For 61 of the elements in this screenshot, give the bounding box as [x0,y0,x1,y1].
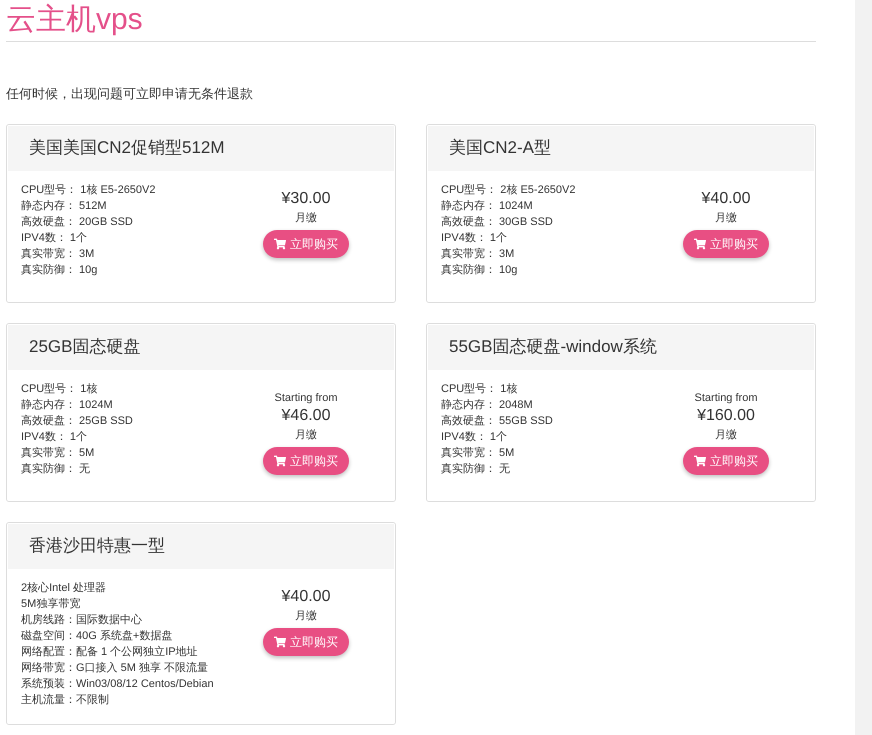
cart-icon [274,636,286,648]
spec-line: 真实防御： 10g [441,262,518,278]
spec-line: 静态内存： 2048M [441,398,534,412]
spec-line: 真实防御： 无 [21,462,92,476]
spec-line: 5M独享带宽 [21,596,82,612]
spec-line: CPU型号： 1核 [441,382,518,396]
spec-line: 主机流量：不限制 [21,692,110,708]
billing-period: 月缴 [715,210,737,226]
price: ¥46.00 [282,406,330,426]
cart-icon [274,454,286,466]
spec-line: CPU型号： 2核 E5-2650V2 [441,182,576,198]
spec-line: 2核心Intel 处理器 [21,580,107,596]
spec-line: CPU型号： 1核 E5-2650V2 [21,182,156,198]
spec-line: 静态内存： 1024M [441,198,534,214]
product-name: 香港沙田特惠一型 [29,535,165,558]
notice-text: 任何时候，出现问题可立即申请无条件退款 [6,85,254,103]
spec-line: 真实带宽： 3M [21,246,96,262]
spec-line: 高效硬盘： 55GB SSD [441,414,554,428]
spec-line: IPV4数： 1个 [441,430,508,444]
buy-button[interactable]: 立即购买 [683,446,769,474]
price-prefix: Starting from [274,390,338,404]
spec-line: 机房线路：国际数据中心 [21,612,143,628]
cart-icon [694,454,706,466]
price: ¥160.00 [697,406,755,426]
buy-button[interactable]: 立即购买 [263,628,349,656]
spec-line: 静态内存： 1024M [21,398,114,412]
product-name: 美国CN2-A型 [449,137,552,160]
page-title: 云主机vps [6,2,143,38]
spec-line: IPV4数： 1个 [21,230,88,246]
price-prefix: Starting from [694,390,758,404]
spec-line: 真实带宽： 5M [441,446,516,460]
product-name: 25GB固态硬盘 [29,336,140,358]
price: ¥40.00 [702,188,750,208]
buy-button[interactable]: 立即购买 [263,446,349,474]
spec-line: 网络配置：配备 1 个公网独立IP地址 [21,644,199,660]
spec-line: 网络带宽：G口接入 5M 独享 不限流量 [21,660,210,676]
spec-line: 真实带宽： 5M [21,446,96,460]
cart-icon [694,238,706,250]
buy-button[interactable]: 立即购买 [263,230,349,258]
spec-line: 高效硬盘： 30GB SSD [441,214,554,230]
spec-line: IPV4数： 1个 [441,230,508,246]
product-name: 55GB固态硬盘-window系统 [449,336,657,358]
buy-button[interactable]: 立即购买 [683,230,769,258]
spec-line: 静态内存： 512M [21,198,108,214]
price: ¥30.00 [282,188,330,208]
spec-line: 真实防御： 无 [441,462,512,476]
billing-period: 月缴 [295,210,317,226]
product-name: 美国美国CN2促销型512M [29,137,225,160]
cart-icon [274,238,286,250]
spec-line: 高效硬盘： 25GB SSD [21,414,134,428]
spec-line: 高效硬盘： 20GB SSD [21,214,134,230]
spec-line: 真实防御： 10g [21,262,98,278]
spec-line: CPU型号： 1核 [21,382,98,396]
spec-line: 系统预装：Win03/08/12 Centos/Debian [21,676,215,692]
billing-period: 月缴 [295,608,317,624]
spec-line: IPV4数： 1个 [21,430,88,444]
billing-period: 月缴 [295,428,317,442]
spec-line: 真实带宽： 3M [441,246,516,262]
spec-line: 磁盘空间：40G 系统盘+数据盘 [21,628,174,644]
price: ¥40.00 [282,586,330,606]
billing-period: 月缴 [715,428,737,442]
